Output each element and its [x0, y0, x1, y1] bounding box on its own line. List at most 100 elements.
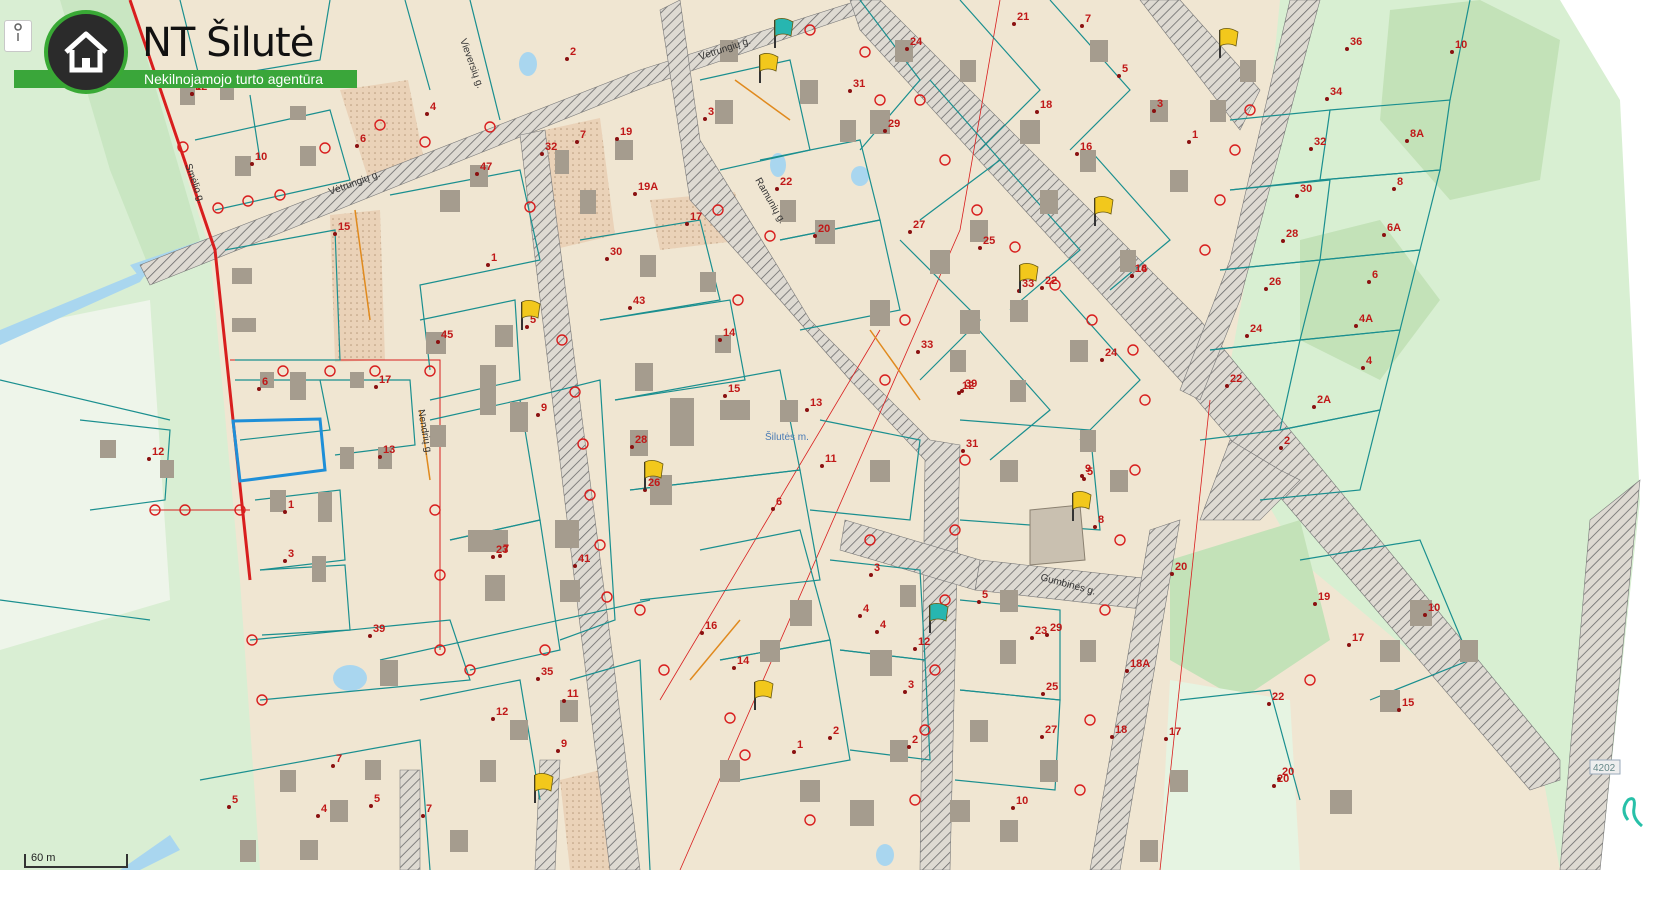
street-label: Šilutės m. — [765, 430, 809, 443]
house-number: 12 — [152, 446, 164, 458]
building — [1029, 504, 1086, 566]
address-point — [1035, 110, 1039, 114]
house-number: 30 — [610, 246, 622, 258]
address-point — [1312, 405, 1316, 409]
address-point — [1345, 47, 1349, 51]
building — [950, 800, 970, 822]
house-number: 6A — [1387, 222, 1401, 234]
address-point — [147, 457, 151, 461]
building — [1000, 460, 1018, 482]
building — [1090, 40, 1108, 62]
house-number: 6 — [1372, 269, 1378, 281]
address-point — [355, 144, 359, 148]
house-number: 36 — [1350, 36, 1362, 48]
address-point — [905, 47, 909, 51]
address-point — [1272, 784, 1276, 788]
address-point — [1152, 109, 1156, 113]
address-point — [556, 749, 560, 753]
cadastral-map[interactable]: Vėtrungių g. Vėtrungių g. Vieversių g. Š… — [0, 0, 1672, 870]
building — [720, 760, 740, 782]
flag-cloth — [929, 603, 949, 622]
house-number: 31 — [966, 438, 978, 450]
address-point — [630, 445, 634, 449]
building — [1040, 760, 1058, 782]
address-point — [491, 555, 495, 559]
building — [290, 372, 306, 400]
building — [900, 585, 916, 607]
house-number: 17 — [1169, 726, 1181, 738]
house-number: 4 — [1366, 355, 1373, 367]
address-point — [1110, 735, 1114, 739]
map-canvas[interactable]: Vėtrungių g. Vėtrungių g. Vieversių g. Š… — [0, 0, 1672, 870]
building — [232, 318, 256, 332]
house-number: 10 — [1455, 39, 1467, 51]
address-point — [771, 507, 775, 511]
address-point — [573, 564, 577, 568]
address-point — [374, 385, 378, 389]
building — [790, 600, 812, 626]
house-number: 41 — [578, 553, 590, 565]
house-number: 1 — [797, 739, 803, 751]
building — [1120, 250, 1136, 272]
house-number: 22 — [1272, 691, 1284, 703]
house-number: 2 — [833, 725, 839, 737]
brand-subtitle: Nekilnojamojo turto agentūra — [144, 71, 323, 87]
locate-tool-button[interactable] — [4, 20, 32, 52]
brand-title: NT Šilutė — [142, 20, 314, 66]
address-point — [1392, 187, 1396, 191]
building — [1460, 640, 1478, 662]
address-point — [1450, 50, 1454, 54]
building — [270, 490, 286, 512]
house-number: 7 — [580, 129, 586, 141]
address-point — [628, 306, 632, 310]
building — [635, 363, 653, 391]
house-number: 14 — [723, 327, 736, 339]
building — [340, 447, 354, 469]
address-point — [283, 510, 287, 514]
address-point — [368, 634, 372, 638]
house-number: 5 — [982, 589, 988, 601]
address-point — [960, 389, 964, 393]
building — [1080, 150, 1096, 172]
house-number: 7 — [426, 803, 432, 815]
house-number: 28 — [1286, 228, 1298, 240]
building — [840, 120, 856, 142]
address-point — [333, 232, 337, 236]
house-number: 14 — [1135, 263, 1148, 275]
address-point — [1075, 152, 1079, 156]
pond — [851, 166, 869, 186]
address-point — [1100, 358, 1104, 362]
pond — [876, 844, 894, 866]
pond — [519, 52, 537, 76]
house-number: 1 — [1192, 129, 1198, 141]
house-number: 11 — [567, 688, 579, 700]
address-point — [575, 140, 579, 144]
house-number: 22 — [1045, 275, 1057, 287]
house-number: 19 — [1318, 591, 1330, 603]
house-number: 13 — [383, 444, 395, 456]
address-point — [1361, 366, 1365, 370]
house-number: 47 — [480, 161, 492, 173]
building — [235, 156, 251, 176]
address-point — [828, 736, 832, 740]
flag-cloth — [1219, 28, 1239, 47]
building — [870, 110, 890, 134]
house-number: 4 — [863, 603, 870, 615]
house-number: 4 — [321, 803, 328, 815]
house-number: 30 — [1300, 183, 1312, 195]
building — [480, 365, 496, 415]
address-point — [869, 573, 873, 577]
house-number: 16 — [1080, 141, 1092, 153]
building — [1140, 840, 1158, 862]
building — [760, 640, 780, 662]
house-number: 6 — [776, 496, 782, 508]
building — [380, 660, 398, 686]
building — [510, 402, 528, 432]
house-number: 7 — [336, 753, 342, 765]
building — [1080, 430, 1096, 452]
address-point — [700, 631, 704, 635]
house-number: 34 — [1330, 86, 1343, 98]
address-point — [1245, 334, 1249, 338]
address-point — [1405, 139, 1409, 143]
house-number: 10 — [1016, 795, 1028, 807]
